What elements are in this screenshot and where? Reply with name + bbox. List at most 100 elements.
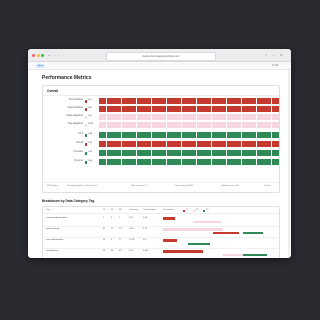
metric-cell (204, 114, 211, 117)
metric-cell (181, 114, 189, 117)
metric-cell (136, 106, 144, 109)
metric-cell (136, 132, 144, 135)
metric-cell (264, 150, 271, 153)
metric-cell (249, 144, 256, 147)
expand-row-icon[interactable]: › (272, 250, 273, 253)
metric-cell (249, 141, 256, 144)
metric-cell (256, 159, 264, 162)
metric-cell (114, 150, 121, 153)
metric-cell (256, 117, 264, 120)
metric-cell (264, 144, 271, 147)
details-link[interactable]: Details (264, 185, 271, 188)
metric-cell (181, 98, 189, 101)
metric-cell (181, 135, 189, 138)
metric-cell (234, 162, 241, 165)
metric-cell (129, 153, 136, 156)
total-value: 0.5 (143, 239, 147, 241)
metric-cell (166, 122, 174, 125)
maximize-window-button[interactable] (41, 53, 44, 57)
metric-cell (271, 132, 279, 135)
metric-value: 389 (88, 107, 92, 109)
metric-cell (196, 144, 204, 147)
tag-name: unsafe-authentication (46, 217, 67, 219)
metric-cell (121, 106, 129, 109)
back-icon[interactable]: ‹ (54, 54, 55, 57)
metric-cell (174, 159, 181, 162)
metric-cell (144, 135, 151, 138)
metric-cell (219, 109, 226, 112)
metric-cell (106, 101, 114, 104)
metric-swatch (85, 160, 87, 164)
metric-cell (271, 153, 279, 156)
metric-cell (219, 141, 226, 144)
expand-row-icon[interactable]: › (272, 239, 273, 242)
table-row[interactable]: unsafe-authentication 1 5 7 0.17 0.20 › (43, 216, 279, 227)
metric-cell (256, 101, 264, 104)
legend-swatch (193, 209, 195, 212)
distribution-bar (163, 228, 223, 231)
metric-cell (151, 150, 159, 153)
metric-cell (241, 125, 249, 128)
metric-cell (181, 125, 189, 128)
close-window-button[interactable] (32, 53, 35, 57)
metric-cell (99, 153, 106, 156)
metric-cell (151, 101, 159, 104)
metric-cell (129, 117, 136, 120)
metric-cell (166, 109, 174, 112)
runs-badge[interactable]: Runs (36, 63, 45, 68)
metric-cell (256, 135, 264, 138)
fn-value: 17 (119, 239, 122, 241)
metric-cell (151, 122, 159, 125)
metric-cell (129, 132, 136, 135)
forward-icon[interactable]: › (58, 54, 59, 57)
metric-cell (264, 159, 271, 162)
metric-cell (174, 144, 181, 147)
metric-cell (159, 122, 166, 125)
metric-cell (211, 132, 219, 135)
metric-cell (121, 162, 129, 165)
metric-value: 479 (88, 99, 92, 101)
metric-cell (99, 144, 106, 147)
metric-cell (196, 101, 204, 104)
metric-cell (181, 122, 189, 125)
metric-cell (99, 132, 106, 135)
metric-cell (189, 153, 196, 156)
metric-cell (204, 109, 211, 112)
table-row[interactable]: user-balance 26 98 46 0.21 0.647 › (43, 249, 279, 258)
sidebar-toggle-icon[interactable]: ▭ (48, 54, 50, 57)
metric-cell (271, 114, 279, 117)
table-row[interactable]: user-authorization 11 6 17 0.718 0.5 › (43, 238, 279, 249)
metric-cell (189, 101, 196, 104)
new-tab-icon[interactable]: + (273, 54, 274, 57)
metric-label: False Negatives (66, 115, 83, 117)
metric-cell (226, 106, 234, 109)
scrollbar[interactable] (288, 70, 290, 255)
column-header: Precision (129, 209, 138, 211)
metric-cell (121, 114, 129, 117)
metric-cell (204, 150, 211, 153)
expand-row-icon[interactable]: › (272, 217, 273, 220)
metric-cell (189, 106, 196, 109)
metric-cell (99, 162, 106, 165)
expand-row-icon[interactable]: › (272, 228, 273, 231)
distribution-bar (243, 253, 267, 257)
table-row[interactable]: open-account 41 22 74 0.65 0.70 › (43, 227, 279, 238)
metric-cell (144, 122, 151, 125)
address-bar[interactable]: claude-https-staging.anthropic.com (106, 51, 216, 61)
legend-swatch (203, 209, 205, 212)
metric-cell (271, 162, 279, 165)
divider (43, 95, 279, 96)
metric-cell (114, 141, 121, 144)
metric-cell (174, 135, 181, 138)
share-icon[interactable]: ⇪ (265, 54, 267, 57)
metric-cell (211, 159, 219, 162)
metric-cell (114, 114, 121, 117)
metric-cell (204, 125, 211, 128)
distribution-bar (193, 220, 221, 224)
tabs-overview-icon[interactable]: ❐ (280, 54, 282, 57)
metric-cell (114, 125, 121, 128)
metric-cell (121, 135, 129, 138)
fn-value: 46 (119, 250, 122, 252)
minimize-window-button[interactable] (36, 53, 40, 57)
tag-name: user-balance (46, 250, 59, 252)
